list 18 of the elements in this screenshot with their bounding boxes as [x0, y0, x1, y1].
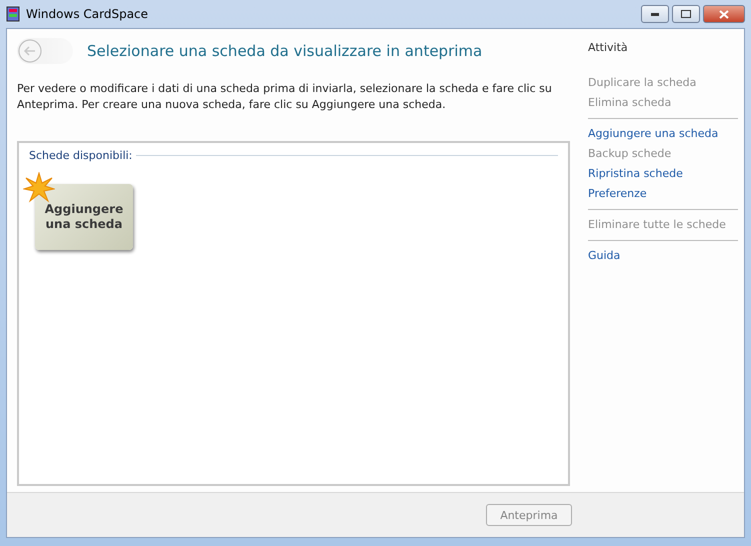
task-link[interactable]: Guida — [588, 246, 738, 266]
panel-legend: Schede disponibili: — [29, 149, 132, 162]
description-text: Per vedere o modificare i dati di una scheda prima di inviarla, selezionare la scheda e fare clic su Anteprima. Per creare una nuova scheda, fare clic su Aggiungere una scheda. — [17, 81, 553, 113]
task-link[interactable]: Preferenze — [588, 184, 738, 204]
window-title: Windows CardSpace — [26, 7, 148, 21]
page-heading: Selezionare una scheda da visualizzare in anteprima — [87, 42, 482, 60]
task-link[interactable]: Aggiungere una scheda — [588, 124, 738, 144]
star-icon — [23, 172, 55, 204]
minimize-button[interactable] — [641, 5, 669, 23]
close-button[interactable] — [703, 5, 745, 23]
tasks-title: Attività — [588, 41, 629, 54]
minimize-icon — [651, 12, 659, 16]
task-link[interactable]: Ripristina schede — [588, 164, 738, 184]
add-card[interactable]: Aggiungere una scheda — [35, 184, 133, 250]
app-icon — [6, 6, 20, 22]
maximize-icon — [681, 10, 691, 18]
close-icon — [719, 10, 729, 18]
maximize-button[interactable] — [672, 5, 700, 23]
